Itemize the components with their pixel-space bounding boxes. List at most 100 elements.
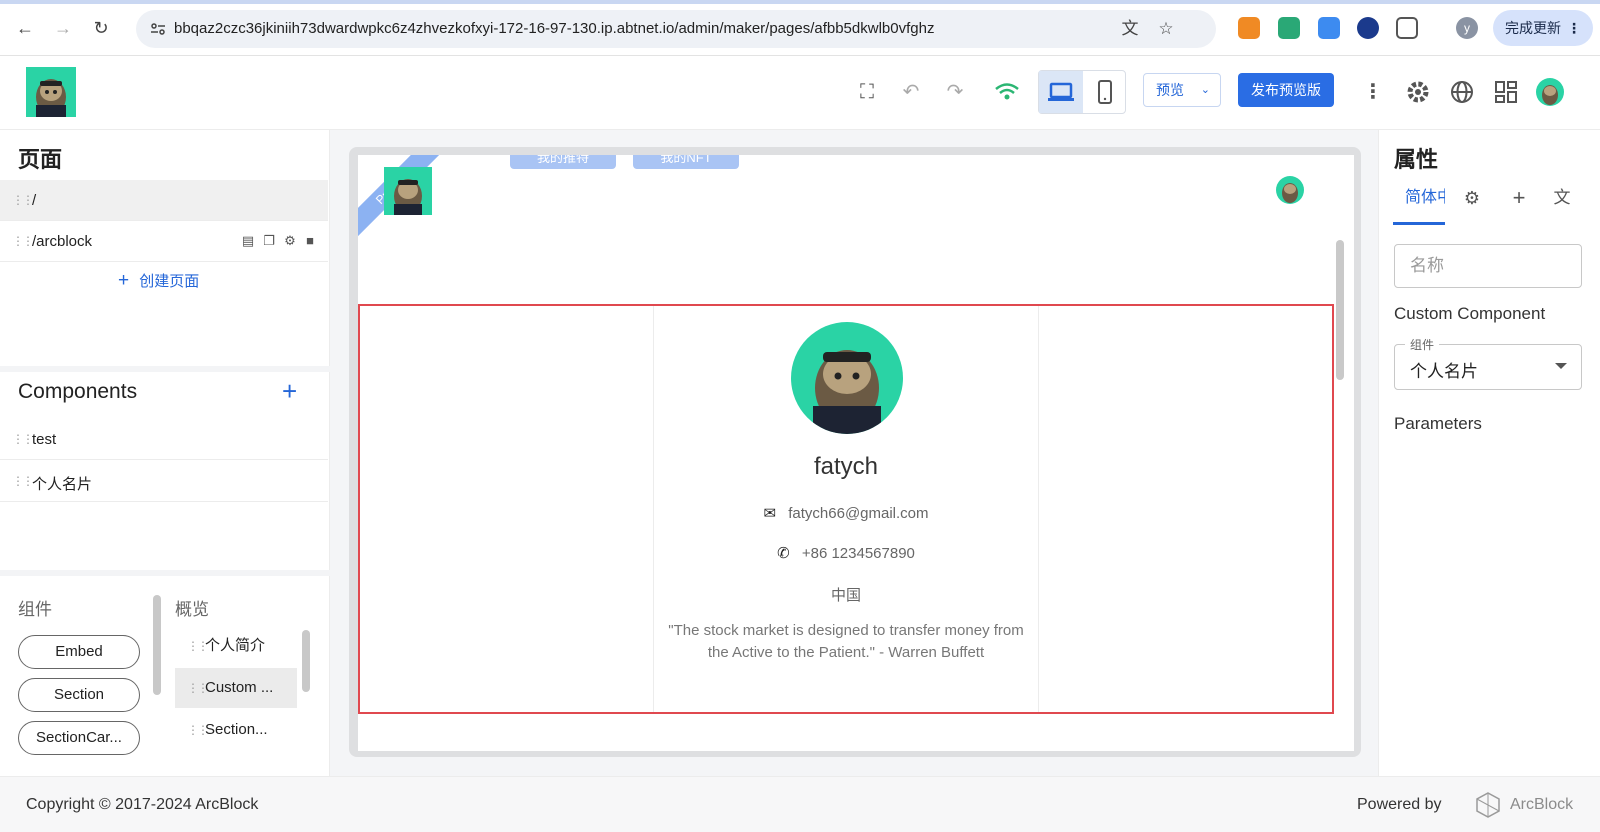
forward-icon[interactable]: →	[52, 17, 74, 39]
globe-icon[interactable]	[1448, 78, 1476, 106]
properties-title: 属性	[1394, 147, 1439, 172]
page-row-root[interactable]: ⋮⋮ /	[0, 180, 328, 221]
nav-tab-nft[interactable]: 我的NFT	[633, 155, 739, 169]
delete-icon[interactable]: ■	[302, 233, 318, 249]
component-pill-sectioncard[interactable]: SectionCar...	[18, 721, 140, 755]
overview-item-label: Section...	[205, 721, 268, 738]
mail-icon: ✉	[763, 505, 777, 522]
settings-gear-icon[interactable]	[1404, 78, 1432, 106]
components-title: Components	[18, 380, 138, 403]
update-button[interactable]: 完成更新 ⋮	[1493, 10, 1593, 46]
component-row-card[interactable]: ⋮⋮ 个人名片	[0, 461, 328, 502]
overview-item[interactable]: ⋮⋮ Custom ...	[175, 668, 297, 708]
extension-icon[interactable]	[1318, 17, 1340, 39]
settings-gear-icon[interactable]: ⚙	[1458, 184, 1486, 212]
back-icon[interactable]: ←	[14, 17, 36, 39]
overview-item[interactable]: ⋮⋮ Section...	[175, 710, 297, 750]
copy-icon[interactable]: ❐	[261, 233, 277, 249]
create-page-button[interactable]: + 创建页面	[118, 270, 199, 292]
overview-item-label: 个人简介	[205, 637, 266, 654]
mobile-view-icon[interactable]	[1083, 71, 1127, 113]
overview-scrollbar[interactable]	[302, 630, 310, 692]
divider	[0, 570, 330, 576]
settings-gear-icon[interactable]: ⚙	[282, 233, 298, 249]
name-input[interactable]: 名称	[1394, 244, 1582, 288]
overview-item-label: Custom ...	[205, 679, 274, 696]
undo-icon[interactable]: ↶	[897, 78, 925, 106]
app-logo[interactable]	[26, 67, 76, 117]
plus-icon[interactable]: +	[1505, 184, 1533, 212]
extensions-puzzle-icon[interactable]	[1396, 17, 1418, 39]
add-component-icon[interactable]: +	[282, 378, 297, 404]
profile-email-row: ✉ fatych66@gmail.com	[653, 504, 1039, 522]
dashboard-icon[interactable]	[1492, 78, 1520, 106]
drag-handle-icon[interactable]: ⋮⋮	[12, 432, 34, 446]
component-pill-embed[interactable]: Embed	[18, 635, 140, 669]
powered-by-text: Powered by	[1357, 796, 1442, 813]
component-row-test[interactable]: ⋮⋮ test	[0, 419, 328, 460]
user-avatar[interactable]	[1536, 78, 1564, 106]
plus-icon: +	[118, 270, 130, 291]
caret-down-icon	[1555, 363, 1567, 369]
check-extension-icon[interactable]	[1357, 17, 1379, 39]
sloth-avatar-icon	[813, 350, 881, 434]
page-logo[interactable]	[384, 167, 432, 215]
nav-tab-twitter[interactable]: 我的推特	[510, 155, 616, 169]
metamask-extension-icon[interactable]	[1238, 17, 1260, 39]
phone-icon: ✆	[777, 545, 790, 562]
preview-label: 预览	[1156, 82, 1184, 98]
device-toggle	[1038, 70, 1126, 114]
tab-language[interactable]: 简体中	[1405, 184, 1445, 212]
select-value: 个人名片	[1410, 362, 1478, 381]
site-settings-icon[interactable]	[150, 21, 166, 37]
drag-handle-icon[interactable]: ⋮⋮	[187, 668, 209, 708]
brand-name[interactable]: ArcBlock	[1510, 796, 1573, 814]
redo-icon[interactable]: ↷	[941, 78, 969, 106]
publish-preview-button[interactable]: 发布预览版	[1238, 73, 1334, 107]
drag-handle-icon[interactable]: ⋮⋮	[187, 626, 209, 666]
translate-icon[interactable]: 文	[1548, 184, 1576, 212]
arcblock-logo-icon	[1476, 792, 1500, 818]
chevron-down-icon: ⌄	[1200, 84, 1210, 96]
page-path: /arcblock	[32, 233, 93, 250]
overview-item[interactable]: ⋮⋮ 个人简介	[175, 626, 297, 666]
copyright-text: Copyright © 2017-2024 ArcBlock	[26, 796, 259, 813]
component-pill-section[interactable]: Section	[18, 678, 140, 712]
translate-icon[interactable]: 文	[1120, 19, 1140, 39]
create-page-label: 创建页面	[139, 273, 200, 290]
overview-label: 概览	[175, 600, 209, 619]
browser-chrome: ← → ↻ bbqaz2czc36jkiniih73dwardwpkc6z4zh…	[0, 0, 1600, 56]
address-bar[interactable]: bbqaz2czc36jkiniih73dwardwpkc6z4zhvezkof…	[136, 10, 1216, 48]
reload-icon[interactable]: ↻	[90, 17, 112, 39]
fullscreen-icon[interactable]: ⛶	[853, 78, 881, 106]
profile-quote: "The stock market is designed to transfe…	[668, 622, 1024, 661]
preview-scrollbar[interactable]	[1336, 240, 1344, 380]
open-page-icon[interactable]: ▤	[240, 233, 256, 249]
page-path: /	[32, 192, 37, 209]
more-vert-icon: ⋮	[1567, 20, 1581, 36]
drag-handle-icon[interactable]: ⋮⋮	[12, 234, 34, 248]
page-row-arcblock[interactable]: ⋮⋮ /arcblock ▤ ❐ ⚙ ■	[0, 221, 328, 262]
profile-email: fatych66@gmail.com	[788, 505, 929, 522]
update-button-label: 完成更新	[1505, 20, 1561, 36]
components-library-label: 组件	[18, 600, 52, 619]
profile-phone: +86 1234567890	[801, 545, 915, 562]
extension-icon[interactable]	[1278, 17, 1300, 39]
url-text[interactable]: bbqaz2czc36jkiniih73dwardwpkc6z4zhvezkof…	[174, 20, 934, 37]
drag-handle-icon[interactable]: ⋮⋮	[12, 193, 34, 207]
sloth-avatar-icon	[1282, 183, 1298, 203]
desktop-view-button[interactable]	[1039, 71, 1083, 113]
component-select[interactable]: 组件 个人名片	[1394, 336, 1582, 390]
bookmark-star-icon[interactable]: ☆	[1156, 19, 1176, 39]
component-label: test	[32, 431, 57, 448]
page-user-avatar[interactable]	[1276, 176, 1304, 204]
parameters-label: Parameters	[1394, 414, 1482, 433]
drag-handle-icon[interactable]: ⋮⋮	[12, 474, 34, 488]
footer: Copyright © 2017-2024 ArcBlock Powered b…	[0, 776, 1600, 832]
profile-avatar[interactable]: y	[1456, 17, 1478, 39]
wifi-online-icon	[995, 83, 1019, 100]
library-scrollbar[interactable]	[153, 595, 161, 695]
drag-handle-icon[interactable]: ⋮⋮	[187, 710, 209, 750]
more-vert-icon[interactable]: ⋮	[1359, 78, 1387, 106]
preview-dropdown[interactable]: 预览 ⌄	[1143, 73, 1221, 107]
